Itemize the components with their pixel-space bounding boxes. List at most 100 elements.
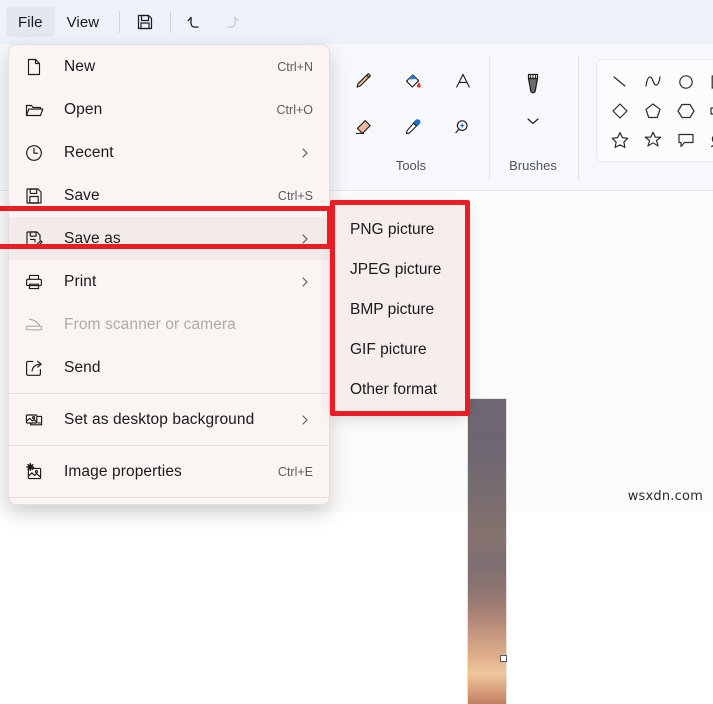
- ribbon-group-tools-label: Tools: [338, 158, 484, 173]
- tool-magnifier[interactable]: [443, 107, 483, 147]
- shape-diamond[interactable]: [609, 100, 631, 122]
- save-button[interactable]: [128, 7, 162, 37]
- open-folder-icon: [24, 100, 54, 120]
- save-disk-icon: [24, 186, 54, 206]
- submenu-item-bmp-picture[interactable]: BMP picture: [335, 290, 465, 330]
- save-as-submenu: PNG picture JPEG picture BMP picture GIF…: [334, 204, 466, 412]
- shape-oval[interactable]: [675, 71, 697, 93]
- ribbon-group-tools: Tools: [338, 44, 484, 191]
- undo-icon: [185, 11, 207, 33]
- menu-item-set-as-desktop-background-label: Set as desktop background: [54, 411, 299, 429]
- toolbar-separator-2: [170, 11, 171, 33]
- menu-item-image-properties-label: Image properties: [54, 463, 278, 481]
- save-icon: [135, 12, 155, 32]
- curve-shape-icon: [642, 71, 664, 93]
- tool-eraser[interactable]: [343, 107, 383, 147]
- shape-right-arrow[interactable]: [708, 100, 713, 122]
- menu-file-label: File: [18, 14, 43, 31]
- watermark-text: wsxdn.com: [628, 489, 703, 504]
- eyedropper-icon: [401, 115, 425, 139]
- submenu-item-jpeg-picture[interactable]: JPEG picture: [335, 250, 465, 290]
- eraser-icon: [351, 115, 375, 139]
- menu-item-send-label: Send: [54, 359, 315, 377]
- shape-six-point-star[interactable]: [642, 129, 664, 151]
- pentagon-shape-icon: [642, 100, 664, 122]
- brush-icon: [520, 71, 546, 101]
- menu-item-new-accel: Ctrl+N: [277, 60, 315, 74]
- menu-item-from-scanner-or-camera-label: From scanner or camera: [54, 316, 315, 334]
- paint-application-window: File View: [0, 0, 713, 512]
- submenu-item-jpeg-picture-label: JPEG picture: [350, 261, 441, 279]
- menu-item-save-as-label: Save as: [54, 230, 299, 248]
- canvas-resize-handle[interactable]: [500, 655, 507, 662]
- menu-item-new-label: New: [54, 58, 277, 76]
- brushes-expand-button[interactable]: [490, 114, 576, 132]
- chevron-right-icon: [299, 275, 315, 289]
- submenu-item-other-format[interactable]: Other format: [335, 370, 465, 410]
- menu-item-image-properties[interactable]: Image properties Ctrl+E: [9, 450, 329, 493]
- shape-rectangle[interactable]: [708, 71, 713, 93]
- chevron-right-icon: [299, 146, 315, 160]
- menu-item-recent-label: Recent: [54, 144, 299, 162]
- submenu-item-bmp-picture-label: BMP picture: [350, 301, 434, 319]
- menu-file[interactable]: File: [6, 7, 55, 37]
- menu-divider: [9, 393, 329, 394]
- shape-five-point-star[interactable]: [609, 129, 631, 151]
- file-menu-dropdown: New Ctrl+N Open Ctrl+O Recent: [8, 44, 330, 505]
- submenu-item-png-picture[interactable]: PNG picture: [335, 210, 465, 250]
- save-as-icon: [24, 229, 54, 249]
- menu-item-print[interactable]: Print: [9, 260, 329, 303]
- submenu-item-gif-picture[interactable]: GIF picture: [335, 330, 465, 370]
- menu-view[interactable]: View: [55, 7, 112, 37]
- tool-fill-with-color[interactable]: [393, 61, 433, 101]
- ribbon-group-brushes: Brushes: [490, 44, 576, 191]
- shape-hexagon[interactable]: [675, 100, 697, 122]
- menu-item-from-scanner-or-camera: From scanner or camera: [9, 303, 329, 346]
- magnifier-icon: [451, 115, 475, 139]
- new-file-icon: [24, 57, 54, 77]
- desktop-background-icon: [24, 410, 54, 430]
- menu-item-recent[interactable]: Recent: [9, 131, 329, 174]
- menu-item-image-properties-accel: Ctrl+E: [278, 465, 315, 479]
- share-send-icon: [24, 358, 54, 378]
- scanner-icon: [24, 315, 54, 335]
- menu-item-new[interactable]: New Ctrl+N: [9, 45, 329, 88]
- menu-item-open[interactable]: Open Ctrl+O: [9, 88, 329, 131]
- menu-item-set-as-desktop-background[interactable]: Set as desktop background: [9, 398, 329, 441]
- menu-item-save-accel: Ctrl+S: [278, 189, 315, 203]
- fill-bucket-icon: [401, 69, 425, 93]
- menu-item-about-paint[interactable]: About Paint: [9, 502, 329, 505]
- menu-bar: File View: [0, 0, 713, 44]
- ribbon-group-shapes: [580, 44, 713, 191]
- text-icon: [451, 69, 475, 93]
- shape-line[interactable]: [609, 71, 631, 93]
- menu-view-label: View: [67, 14, 100, 31]
- menu-item-send[interactable]: Send: [9, 346, 329, 389]
- shape-rounded-callout[interactable]: [708, 129, 713, 151]
- menu-item-open-label: Open: [54, 101, 277, 119]
- menu-item-save[interactable]: Save Ctrl+S: [9, 174, 329, 217]
- brushes-button[interactable]: [513, 64, 553, 108]
- tool-color-picker[interactable]: [393, 107, 433, 147]
- diamond-shape-icon: [609, 100, 631, 122]
- chevron-right-icon: [299, 413, 315, 427]
- shapes-gallery: [596, 59, 713, 162]
- hexagon-shape-icon: [675, 100, 697, 122]
- shape-rectangular-callout[interactable]: [675, 129, 697, 151]
- oval-shape-icon: [675, 71, 697, 93]
- tool-text[interactable]: [443, 61, 483, 101]
- right-arrow-shape-icon: [708, 100, 713, 122]
- submenu-item-gif-picture-label: GIF picture: [350, 341, 427, 359]
- ribbon-group-brushes-label: Brushes: [490, 158, 576, 173]
- chevron-right-icon: [299, 232, 315, 246]
- menu-item-save-as[interactable]: Save as: [9, 217, 329, 260]
- rounded-callout-shape-icon: [708, 129, 713, 151]
- undo-button[interactable]: [179, 7, 213, 37]
- tool-pencil[interactable]: [343, 61, 383, 101]
- clock-icon: [24, 143, 54, 163]
- shape-pentagon[interactable]: [642, 100, 664, 122]
- shape-curve[interactable]: [642, 71, 664, 93]
- submenu-item-png-picture-label: PNG picture: [350, 221, 434, 239]
- line-shape-icon: [609, 71, 631, 93]
- pencil-icon: [351, 69, 375, 93]
